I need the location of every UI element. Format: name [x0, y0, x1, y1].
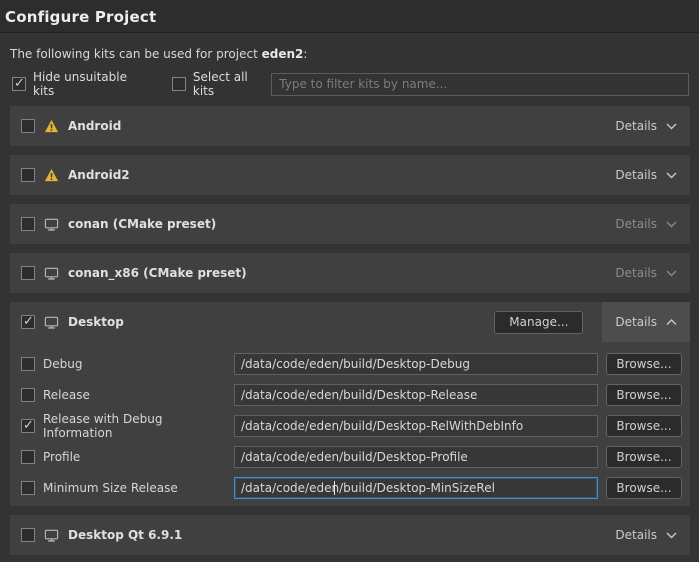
kit-row-desktop-qt-691[interactable]: Desktop Qt 6.9.1 Details [10, 515, 690, 555]
details-toggle[interactable]: Details [602, 302, 690, 342]
desktop-icon [44, 266, 59, 281]
build-dir-input-profile[interactable] [234, 446, 598, 468]
chevron-down-icon [666, 123, 677, 130]
build-dir-input-release[interactable] [234, 384, 598, 406]
build-config-row-profile: Profile Browse... [21, 446, 682, 468]
kit-name: conan (CMake preset) [68, 217, 216, 231]
desktop-icon [44, 528, 59, 543]
kit-row-conan-x86[interactable]: conan_x86 (CMake preset) Details [10, 253, 690, 293]
details-label: Details [615, 315, 657, 329]
browse-button[interactable]: Browse... [606, 353, 682, 375]
build-config-row-relwithdebinfo: Release with Debug Information Browse... [21, 415, 682, 437]
intro-text-after: : [303, 47, 307, 61]
kit-checkbox[interactable] [21, 168, 35, 182]
kit-checkbox[interactable] [21, 315, 35, 329]
config-label: Profile [43, 450, 80, 464]
browse-button[interactable]: Browse... [606, 415, 682, 437]
details-label: Details [615, 217, 657, 231]
kit-row-android2[interactable]: Android2 Details [10, 155, 690, 195]
chevron-down-icon [666, 221, 677, 228]
details-label: Details [615, 168, 657, 182]
kit-card-desktop: Desktop Manage... Details Debug Browse..… [10, 302, 690, 506]
intro-text-before: The following kits can be used for proje… [10, 47, 262, 61]
details-label: Details [615, 528, 657, 542]
kit-name: conan_x86 (CMake preset) [68, 266, 247, 280]
details-toggle: Details [602, 204, 690, 244]
project-name: eden2 [262, 47, 304, 61]
manage-kits-button[interactable]: Manage... [494, 311, 583, 334]
kit-row-conan[interactable]: conan (CMake preset) Details [10, 204, 690, 244]
build-config-row-minsizerel: Minimum Size Release Browse... [21, 477, 682, 499]
config-label: Minimum Size Release [43, 481, 178, 495]
kit-checkbox[interactable] [21, 266, 35, 280]
kit-list: Android Details Android2 Details conan (… [10, 106, 690, 555]
checkbox-icon[interactable] [12, 77, 26, 91]
kit-checkbox[interactable] [21, 528, 35, 542]
config-label: Release [43, 388, 90, 402]
config-checkbox[interactable] [21, 481, 35, 495]
intro-text: The following kits can be used for proje… [10, 47, 689, 61]
config-checkbox[interactable] [21, 357, 35, 371]
config-checkbox[interactable] [21, 419, 35, 433]
chevron-down-icon [666, 172, 677, 179]
build-dir-input-debug[interactable] [234, 353, 598, 375]
kit-checkbox[interactable] [21, 119, 35, 133]
desktop-icon [44, 217, 59, 232]
browse-button[interactable]: Browse... [606, 384, 682, 406]
kit-filter-input[interactable] [271, 73, 689, 96]
chevron-down-icon [666, 270, 677, 277]
details-toggle[interactable]: Details [602, 155, 690, 195]
browse-button[interactable]: Browse... [606, 477, 682, 499]
details-label: Details [615, 266, 657, 280]
browse-button[interactable]: Browse... [606, 446, 682, 468]
warning-icon [44, 168, 59, 183]
build-dir-input-relwithdebinfo[interactable] [234, 415, 598, 437]
desktop-icon [44, 315, 59, 330]
config-checkbox[interactable] [21, 450, 35, 464]
config-label: Release with Debug Information [43, 412, 234, 440]
select-all-kits-checkbox[interactable]: Select all kits [172, 70, 271, 98]
hide-unsuitable-kits-label: Hide unsuitable kits [33, 70, 150, 98]
kit-row-desktop[interactable]: Desktop Manage... Details [10, 302, 690, 342]
kit-name: Desktop [68, 315, 124, 329]
details-toggle[interactable]: Details [602, 515, 690, 555]
config-label: Debug [43, 357, 82, 371]
details-toggle[interactable]: Details [602, 106, 690, 146]
select-all-kits-label: Select all kits [193, 70, 271, 98]
details-toggle: Details [602, 253, 690, 293]
details-label: Details [615, 119, 657, 133]
page-title: Configure Project [5, 8, 699, 26]
warning-icon [44, 119, 59, 134]
build-config-row-debug: Debug Browse... [21, 353, 682, 375]
chevron-up-icon [666, 319, 677, 326]
kit-name: Android [68, 119, 121, 133]
chevron-down-icon [666, 532, 677, 539]
build-config-row-release: Release Browse... [21, 384, 682, 406]
kit-row-android[interactable]: Android Details [10, 106, 690, 146]
kit-name: Desktop Qt 6.9.1 [68, 528, 182, 542]
desktop-header-actions: Manage... Details [494, 302, 690, 342]
filter-bar: Hide unsuitable kits Select all kits [12, 73, 689, 95]
checkbox-icon[interactable] [172, 77, 186, 91]
kit-checkbox[interactable] [21, 217, 35, 231]
kit-name: Android2 [68, 168, 130, 182]
text-cursor [334, 481, 335, 495]
hide-unsuitable-kits-checkbox[interactable]: Hide unsuitable kits [12, 70, 150, 98]
window-header: Configure Project [0, 0, 699, 33]
build-dir-input-minsizerel[interactable] [234, 477, 598, 499]
config-checkbox[interactable] [21, 388, 35, 402]
